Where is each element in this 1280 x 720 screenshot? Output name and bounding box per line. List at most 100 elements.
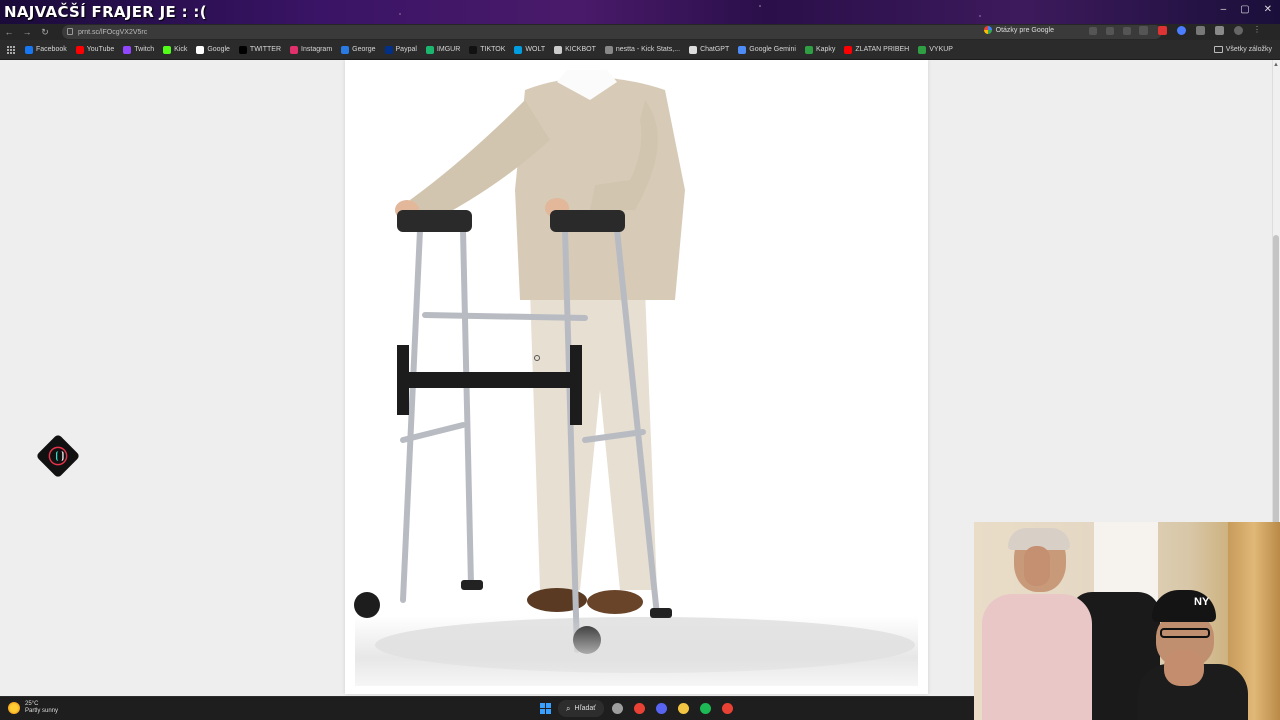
extension-icon[interactable] bbox=[1139, 26, 1148, 35]
bookmark-item[interactable]: Google bbox=[196, 45, 230, 54]
bookmark-label: TWITTER bbox=[249, 46, 282, 53]
maximize-button[interactable]: ▢ bbox=[1240, 4, 1249, 15]
bookmark-item[interactable]: WOLT bbox=[514, 45, 546, 54]
forward-icon[interactable]: → bbox=[18, 27, 36, 37]
bookmark-label: Google Gemini bbox=[749, 46, 796, 53]
close-button[interactable]: ✕ bbox=[1264, 4, 1272, 15]
bookmark-label: WOLT bbox=[525, 46, 546, 53]
zoom-icon[interactable] bbox=[1089, 27, 1097, 35]
bookmark-item[interactable]: VYKUP bbox=[918, 45, 953, 54]
bookmark-favicon-icon bbox=[554, 45, 563, 54]
bookmark-label: Facebook bbox=[36, 46, 67, 53]
all-bookmarks-label: Všetky záložky bbox=[1225, 46, 1272, 53]
bookmark-item[interactable]: ZLATAN PRIBEH bbox=[844, 45, 910, 54]
bookmark-label: IMGUR bbox=[436, 46, 461, 53]
bookmark-favicon-icon bbox=[196, 45, 205, 54]
google-questions-button[interactable]: Otázky pre Google bbox=[983, 26, 1054, 34]
bookmark-favicon-icon bbox=[75, 45, 84, 54]
bookmark-item[interactable]: Twitch bbox=[123, 45, 154, 54]
all-bookmarks-button[interactable]: Všetky záložky bbox=[1213, 46, 1272, 53]
streamer-left bbox=[974, 528, 1092, 720]
bookmark-label: Paypal bbox=[395, 46, 417, 53]
bookmark-item[interactable]: Kapky bbox=[804, 45, 836, 54]
streamer-right: NY bbox=[1134, 590, 1248, 720]
sun-icon bbox=[8, 702, 20, 714]
bookmark-label: Instagram bbox=[301, 46, 333, 53]
bookmark-favicon-icon bbox=[804, 45, 813, 54]
bookmark-label: TIKTOK bbox=[480, 46, 506, 53]
bookmark-item[interactable]: IMGUR bbox=[425, 45, 461, 54]
bookmark-item[interactable]: KICKBOT bbox=[554, 45, 596, 54]
spotify-icon[interactable] bbox=[698, 701, 714, 717]
bookmark-item[interactable]: Instagram bbox=[290, 45, 333, 54]
bookmark-favicon-icon bbox=[163, 45, 172, 54]
folder-icon[interactable] bbox=[676, 701, 692, 717]
bookmark-item[interactable]: Paypal bbox=[384, 45, 417, 54]
window-controls: – ▢ ✕ bbox=[1221, 4, 1272, 15]
bookmark-label: ZLATAN PRIBEH bbox=[855, 46, 910, 53]
bookmark-item[interactable]: ChatGPT bbox=[689, 45, 729, 54]
bookmark-item[interactable]: Facebook bbox=[25, 45, 67, 54]
zoom-cursor-icon bbox=[534, 355, 540, 361]
stream-title: NAJVAČŠÍ FRAJER JE : :( bbox=[4, 3, 207, 21]
walker-photo bbox=[354, 70, 915, 673]
taskbar-search-label: Hľadať bbox=[574, 705, 596, 712]
chrome-icon[interactable] bbox=[632, 701, 648, 717]
extension-icon[interactable] bbox=[1177, 26, 1186, 35]
bookmark-favicon-icon bbox=[341, 45, 350, 54]
address-bar[interactable]: prnt.sc/lFOcgVX2V5rc Otázky pre Google ☆ bbox=[62, 25, 1162, 39]
bookmark-favicon-icon bbox=[384, 45, 393, 54]
bookmark-label: Google bbox=[207, 46, 230, 53]
profile-icon[interactable] bbox=[1234, 26, 1243, 35]
webcam-overlay: NY bbox=[974, 522, 1280, 720]
install-icon[interactable] bbox=[1106, 27, 1114, 35]
extension-icon[interactable] bbox=[1196, 26, 1205, 35]
apps-grid-icon[interactable] bbox=[6, 45, 15, 54]
bookmark-label: KICKBOT bbox=[565, 46, 596, 53]
bookmark-item[interactable]: nestta - Kick Stats,... bbox=[604, 45, 681, 54]
site-info-icon[interactable] bbox=[67, 28, 73, 35]
scroll-thumb[interactable] bbox=[1273, 235, 1279, 570]
bookmark-favicon-icon bbox=[844, 45, 853, 54]
bookmark-favicon-icon bbox=[738, 45, 747, 54]
share-icon[interactable] bbox=[1123, 27, 1131, 35]
bookmark-label: Kick bbox=[174, 46, 188, 53]
screenshot-image[interactable] bbox=[345, 60, 928, 694]
minimize-button[interactable]: – bbox=[1221, 4, 1227, 15]
bookmark-favicon-icon bbox=[25, 45, 33, 54]
bookmark-item[interactable]: TIKTOK bbox=[469, 45, 506, 54]
bookmark-label: YouTube bbox=[86, 46, 115, 53]
bookmark-favicon-icon bbox=[425, 45, 434, 54]
taskbar-search[interactable]: ⌕ Hľadať bbox=[558, 700, 604, 717]
weather-widget[interactable]: 25°C Partly sunny bbox=[8, 701, 58, 715]
bookmark-favicon-icon bbox=[514, 45, 523, 54]
bookmark-favicon-icon bbox=[290, 45, 299, 54]
bookmark-item[interactable]: YouTube bbox=[75, 45, 115, 54]
taskbar-center: ⌕ Hľadať bbox=[540, 700, 736, 717]
address-url[interactable]: prnt.sc/lFOcgVX2V5rc bbox=[78, 29, 147, 36]
bookmark-label: Kapky bbox=[815, 46, 836, 53]
bookmark-item[interactable]: Kick bbox=[163, 45, 188, 54]
weather-temp: 25°C bbox=[25, 701, 39, 707]
google-icon bbox=[983, 26, 992, 34]
bookmark-item[interactable]: George bbox=[341, 45, 376, 54]
file-explorer-icon[interactable] bbox=[610, 701, 626, 717]
bookmark-favicon-icon bbox=[604, 45, 613, 54]
bookmark-item[interactable]: Google Gemini bbox=[738, 45, 796, 54]
extension-icons: ⋮ bbox=[1139, 26, 1262, 35]
bookmark-item[interactable]: TWITTER bbox=[238, 45, 282, 54]
reload-icon[interactable]: ↻ bbox=[36, 27, 54, 38]
weather-desc: Partly sunny bbox=[25, 708, 59, 714]
extension-icon[interactable] bbox=[1158, 26, 1167, 35]
windows-start-icon[interactable] bbox=[540, 702, 552, 715]
scroll-up-icon[interactable]: ▲ bbox=[1273, 62, 1279, 68]
bookmark-label: nestta - Kick Stats,... bbox=[615, 46, 681, 53]
obs-icon[interactable] bbox=[720, 701, 736, 717]
back-icon[interactable]: ← bbox=[0, 27, 18, 37]
discord-icon[interactable] bbox=[654, 701, 670, 717]
menu-icon[interactable]: ⋮ bbox=[1253, 26, 1262, 35]
taskbar: 25°C Partly sunny ⌕ Hľadať bbox=[0, 696, 974, 720]
puzzle-icon[interactable] bbox=[1215, 26, 1224, 35]
browser-toolbar: ← → ↻ prnt.sc/lFOcgVX2V5rc Otázky pre Go… bbox=[0, 24, 1280, 40]
google-questions-label: Otázky pre Google bbox=[995, 26, 1054, 34]
